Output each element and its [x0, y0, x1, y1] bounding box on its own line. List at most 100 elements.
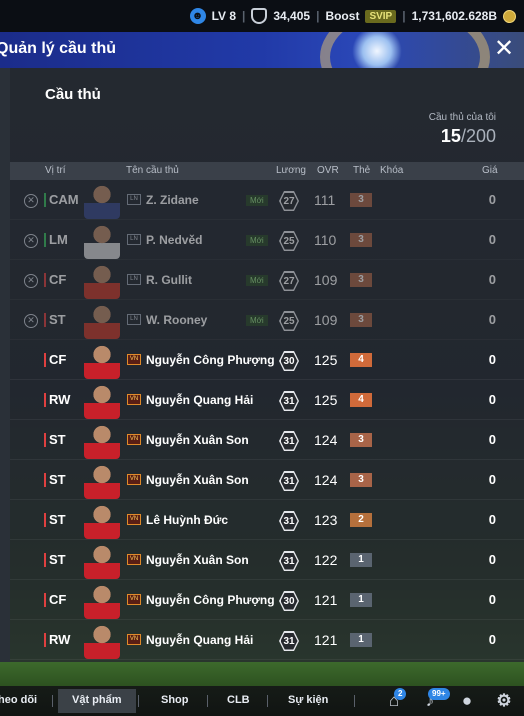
player-name: R. Gullit [146, 273, 192, 287]
table-row[interactable]: ST VN Nguyễn Xuân Son 31 124 3 0 [10, 421, 524, 460]
player-position: ST [49, 472, 66, 487]
player-position: ST [49, 312, 66, 327]
table-row[interactable]: ✕ CF LN R. Gullit Mới 27 109 3 0 [10, 261, 524, 300]
price-value: 0 [488, 192, 496, 207]
lock-icon[interactable]: ✕ [24, 194, 38, 208]
player-avatar [84, 223, 120, 259]
player-position: RW [49, 392, 71, 407]
shield-icon [251, 8, 268, 24]
page-title: Quản lý cầu thủ [0, 40, 117, 57]
position-color-bar [44, 513, 46, 527]
table-row[interactable]: ✕ CAM LN Z. Zidane Mới 27 111 3 0 [10, 181, 524, 220]
top-status-bar: ☻ LV 8 | 34,405 | Boost SVIP | 1,731,602… [0, 0, 524, 32]
divider: | [402, 9, 406, 23]
price-value: 0 [488, 312, 496, 327]
divider [52, 695, 53, 707]
price-value: 0 [488, 632, 496, 647]
wage-hexagon: 25 [279, 311, 299, 331]
tab-shop[interactable]: Shop [161, 694, 189, 706]
table-row[interactable]: ✕ ST LN W. Rooney Mới 25 109 3 0 [10, 301, 524, 340]
season-icon: VN [127, 594, 141, 605]
wage-value: 31 [280, 512, 298, 530]
wage-hexagon: 30 [279, 591, 299, 611]
season-icon: LN [127, 314, 141, 325]
wage-hexagon: 25 [279, 231, 299, 251]
new-badge: Mới [246, 195, 268, 206]
player-position: RW [49, 632, 71, 647]
table-row[interactable]: RW VN Nguyễn Quang Hải 31 125 4 0 [10, 381, 524, 420]
title-banner: Quản lý cầu thủ ✕ [0, 32, 524, 68]
tab-club[interactable]: CLB [227, 694, 250, 706]
table-row[interactable]: ST VN Lê Huỳnh Đức 31 123 2 0 [10, 501, 524, 540]
pitch-grass [0, 662, 524, 686]
upgrade-level-badge: 3 [350, 233, 372, 247]
gear-icon[interactable]: ⚙ [494, 691, 514, 711]
upgrade-level-badge: 3 [350, 313, 372, 327]
banner-decoration [320, 32, 490, 68]
home-badge: 2 [394, 688, 407, 700]
position-color-bar [44, 313, 46, 327]
svip-badge[interactable]: SVIP [365, 9, 397, 23]
ovr-value: 125 [314, 352, 338, 368]
wage-hexagon: 31 [279, 631, 299, 651]
position-color-bar [44, 233, 46, 247]
table-row[interactable]: RW VN Nguyễn Quang Hải 31 121 1 0 [10, 621, 524, 660]
table-row[interactable]: CF VN Nguyễn Công Phượng 30 121 1 0 [10, 581, 524, 620]
upgrade-level-badge: 3 [350, 193, 372, 207]
player-level: LV 8 [211, 9, 237, 23]
tab-events[interactable]: Sự kiện [288, 694, 328, 706]
table-row[interactable]: ✕ LM LN P. Nedvěd Mới 25 110 3 0 [10, 221, 524, 260]
tab-follow[interactable]: heo dõi [0, 694, 37, 706]
upgrade-level-badge: 4 [350, 393, 372, 407]
table-row[interactable]: ST VN Nguyễn Xuân Son 31 122 1 0 [10, 541, 524, 580]
position-color-bar [44, 633, 46, 647]
position-color-bar [44, 473, 46, 487]
player-avatar [84, 623, 120, 659]
season-icon: LN [127, 274, 141, 285]
price-value: 0 [488, 272, 496, 287]
price-value: 0 [488, 432, 496, 447]
ovr-value: 111 [314, 192, 336, 208]
price-value: 0 [488, 592, 496, 607]
player-avatar [84, 543, 120, 579]
price-value: 0 [488, 472, 496, 487]
player-name: P. Nedvěd [146, 233, 203, 247]
wage-value: 30 [280, 592, 298, 610]
tab-items[interactable]: Vật phẩm [58, 689, 136, 713]
player-position: ST [49, 552, 66, 567]
table-row[interactable]: CF VN Nguyễn Công Phượng 30 125 4 0 [10, 341, 524, 380]
player-name: Nguyễn Xuân Son [146, 473, 249, 487]
upgrade-level-badge: 1 [350, 633, 372, 647]
lock-icon[interactable]: ✕ [24, 274, 38, 288]
capacity-current: 15 [440, 126, 461, 146]
price-value: 0 [488, 352, 496, 367]
header-price[interactable]: Giá [482, 165, 498, 176]
position-color-bar [44, 273, 46, 287]
header-lock[interactable]: Khóa [380, 165, 403, 176]
header-name[interactable]: Tên cầu thủ [126, 165, 179, 176]
upgrade-level-badge: 2 [350, 513, 372, 527]
player-avatar [84, 383, 120, 419]
position-color-bar [44, 553, 46, 567]
header-wage[interactable]: Lương [276, 165, 306, 176]
table-row[interactable]: ST VN Nguyễn Xuân Son 31 124 3 0 [10, 461, 524, 500]
player-level-icon: ☻ [189, 8, 206, 24]
season-icon: VN [127, 474, 141, 485]
player-name: Nguyễn Xuân Son [146, 553, 249, 567]
ovr-value: 122 [314, 552, 338, 568]
lock-icon[interactable]: ✕ [24, 314, 38, 328]
new-badge: Mới [246, 275, 268, 286]
profile-icon[interactable]: ● [457, 691, 477, 711]
header-level[interactable]: Thẻ [353, 165, 370, 176]
ovr-value: 124 [314, 472, 338, 488]
ovr-value: 125 [314, 392, 338, 408]
header-position[interactable]: Vị trí [45, 165, 66, 176]
header-ovr[interactable]: OVR [317, 165, 339, 176]
coin-icon [503, 9, 516, 23]
divider [207, 695, 208, 707]
boost-label[interactable]: Boost [325, 9, 359, 23]
lock-icon[interactable]: ✕ [24, 234, 38, 248]
close-icon[interactable]: ✕ [492, 37, 516, 61]
season-icon: VN [127, 394, 141, 405]
player-name: W. Rooney [146, 313, 208, 327]
